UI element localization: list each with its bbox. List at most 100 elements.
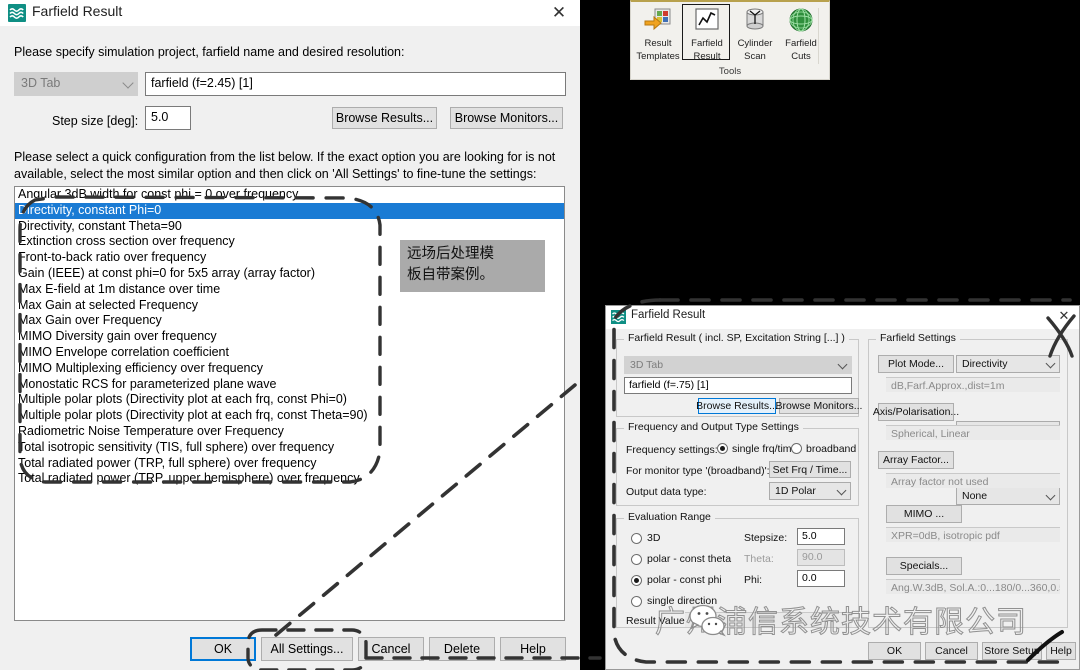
- stepsize-value: 5.0: [802, 530, 817, 542]
- dialog2-project-combo-value: 3D Tab: [630, 359, 664, 371]
- theta-input: 90.0: [797, 549, 845, 566]
- annotation-note-line2: 板自带案例。: [407, 267, 494, 283]
- tools-ribbon-group: Result Templates Farfield Result Cylinde…: [630, 0, 830, 80]
- list-item[interactable]: Multiple polar plots (Directivity plot a…: [15, 408, 564, 424]
- delete-button[interactable]: Delete: [429, 637, 495, 661]
- result-templates-icon: [643, 6, 673, 36]
- list-item[interactable]: MIMO Envelope correlation coefficient: [15, 345, 564, 361]
- ribbon-selection-highlight: [682, 4, 730, 60]
- dialog1-body: Please specify simulation project, farfi…: [0, 26, 580, 670]
- wechat-logo: [688, 604, 728, 638]
- step-size-input[interactable]: 5.0: [145, 106, 191, 130]
- instruction-label-2a: Please select a quick configuration from…: [14, 150, 556, 164]
- list-item[interactable]: Monostatic RCS for parameterized plane w…: [15, 377, 564, 393]
- project-combo-value: 3D Tab: [21, 76, 61, 90]
- radio-eval-polar-const-phi[interactable]: [631, 575, 642, 586]
- frequency-output-group: Frequency and Output Type Settings Frequ…: [616, 421, 859, 506]
- plot-mode-combo[interactable]: Directivity: [956, 355, 1060, 373]
- output-data-type-label: Output data type:: [626, 486, 707, 498]
- radio-eval-3d[interactable]: [631, 533, 642, 544]
- phi-input[interactable]: 0.0: [797, 570, 845, 587]
- radio-broadband-label: broadband: [806, 443, 857, 455]
- specials-button[interactable]: Specials...: [886, 557, 962, 575]
- farfield-name-input[interactable]: farfield (f=2.45) [1]: [145, 72, 566, 96]
- list-item[interactable]: Directivity, constant Phi=0: [15, 202, 564, 219]
- ok-button[interactable]: OK: [190, 637, 256, 661]
- monitor-type-label: For monitor type '(broadband)':: [626, 465, 770, 477]
- ribbon-label-result-templates-line1: Result: [644, 38, 672, 49]
- plot-mode-button[interactable]: Plot Mode...: [878, 355, 954, 373]
- theta-value: 90.0: [802, 551, 823, 563]
- list-item[interactable]: Max Gain at selected Frequency: [15, 298, 564, 314]
- browse-monitors-button[interactable]: Browse Monitors...: [450, 107, 563, 129]
- dialog2-cancel-button[interactable]: Cancel: [925, 642, 978, 660]
- ribbon-divider: [818, 8, 819, 64]
- list-item[interactable]: MIMO Diversity gain over frequency: [15, 329, 564, 345]
- dialog1-titlebar: Farfield Result ✕: [0, 0, 580, 26]
- farfield-wave-icon-small: [611, 310, 626, 324]
- step-size-label: Step size [deg]:: [52, 114, 139, 128]
- list-item[interactable]: Total radiated power (TRP, upper hemisph…: [15, 471, 564, 487]
- dialog2-browse-results-button[interactable]: Browse Results...: [696, 398, 778, 414]
- array-factor-button[interactable]: Array Factor...: [878, 451, 954, 469]
- farfield-result-group: Farfield Result ( incl. SP, Excitation S…: [616, 332, 862, 417]
- step-size-value: 5.0: [151, 110, 169, 124]
- plot-mode-info: dB,Farf.Approx.,dist=1m: [886, 377, 1060, 392]
- list-item[interactable]: Angular 3dB width for const phi = 0 over…: [15, 187, 564, 203]
- dialog2-farfield-name-value: farfield (f=.75) [1]: [629, 379, 709, 391]
- frequency-output-group-title: Frequency and Output Type Settings: [624, 421, 803, 433]
- output-data-type-combo[interactable]: 1D Polar: [769, 482, 851, 500]
- ribbon-label-cylinder-scan-line1: Cylinder: [737, 38, 773, 49]
- help-button[interactable]: Help: [500, 637, 566, 661]
- chevron-down-icon: [836, 485, 847, 496]
- farfield-name-value: farfield (f=2.45) [1]: [151, 76, 253, 90]
- radio-eval-single-direction[interactable]: [631, 596, 642, 607]
- annotation-note-line1: 远场后处理模: [407, 246, 494, 262]
- mimo-button[interactable]: MIMO ...: [886, 505, 962, 523]
- frequency-settings-label: Frequency settings:: [626, 444, 718, 456]
- set-frq-time-button[interactable]: Set Frq / Time...: [769, 461, 851, 478]
- ribbon-item-cylinder-scan[interactable]: Cylinder Scan: [731, 6, 779, 62]
- dialog2-store-setup-button[interactable]: Store Setup: [982, 642, 1042, 660]
- output-data-type-value: 1D Polar: [775, 485, 816, 497]
- specials-info: Ang.W.3dB, Sol.A.:0...180/0...360,0.5W: [886, 579, 1060, 594]
- dialog2-project-combo[interactable]: 3D Tab: [624, 356, 852, 374]
- list-item[interactable]: MIMO Multiplexing efficiency over freque…: [15, 361, 564, 377]
- dialog2-browse-monitors-button[interactable]: Browse Monitors...: [776, 398, 862, 414]
- list-item[interactable]: Directivity, constant Theta=90: [15, 219, 564, 235]
- radio-eval-polar-const-phi-label: polar - const phi: [647, 574, 722, 586]
- close-icon-dialog2[interactable]: ✕: [1055, 307, 1073, 325]
- ribbon-label-result-templates-line2: Templates: [636, 51, 680, 62]
- radio-eval-polar-const-theta-label: polar - const theta: [647, 553, 732, 565]
- ribbon-item-result-templates[interactable]: Result Templates: [634, 6, 682, 62]
- dialog2-farfield-name-input[interactable]: farfield (f=.75) [1]: [624, 377, 852, 394]
- array-factor-info: Array factor not used: [886, 473, 1060, 488]
- cancel-button[interactable]: Cancel: [358, 637, 424, 661]
- theta-label: Theta:: [744, 553, 774, 565]
- all-settings-button[interactable]: All Settings...: [261, 637, 353, 661]
- plot-mode-combo-value: Directivity: [962, 358, 1008, 370]
- instruction-label-1: Please specify simulation project, farfi…: [14, 45, 405, 59]
- radio-single-frq-time-label: single frq/time: [732, 443, 798, 455]
- close-icon[interactable]: ✕: [548, 2, 570, 24]
- radio-broadband[interactable]: [791, 443, 802, 454]
- list-item[interactable]: Total isotropic sensitivity (TIS, full s…: [15, 440, 564, 456]
- array-factor-combo[interactable]: None: [956, 487, 1060, 505]
- dialog2-help-button[interactable]: Help: [1046, 642, 1076, 660]
- farfield-settings-group: Farfield Settings Plot Mode... Directivi…: [868, 332, 1068, 628]
- list-item[interactable]: Multiple polar plots (Directivity plot a…: [15, 392, 564, 408]
- project-combo[interactable]: 3D Tab: [14, 72, 138, 96]
- cylinder-scan-icon: [740, 6, 770, 36]
- list-item[interactable]: Radiometric Noise Temperature over Frequ…: [15, 424, 564, 440]
- farfield-result-group-title: Farfield Result ( incl. SP, Excitation S…: [624, 332, 849, 344]
- list-item[interactable]: Max Gain over Frequency: [15, 313, 564, 329]
- axis-polarisation-button[interactable]: Axis/Polarisation...: [873, 403, 959, 421]
- radio-eval-polar-const-theta[interactable]: [631, 554, 642, 565]
- browse-results-button[interactable]: Browse Results...: [332, 107, 437, 129]
- farfield-result-dialog-primary: Farfield Result ✕ Please specify simulat…: [0, 0, 580, 670]
- stepsize-input[interactable]: 5.0: [797, 528, 845, 545]
- dialog2-ok-button[interactable]: OK: [868, 642, 921, 660]
- array-factor-combo-value: None: [962, 490, 988, 502]
- list-item[interactable]: Total radiated power (TRP, full sphere) …: [15, 456, 564, 472]
- radio-single-frq-time[interactable]: [717, 443, 728, 454]
